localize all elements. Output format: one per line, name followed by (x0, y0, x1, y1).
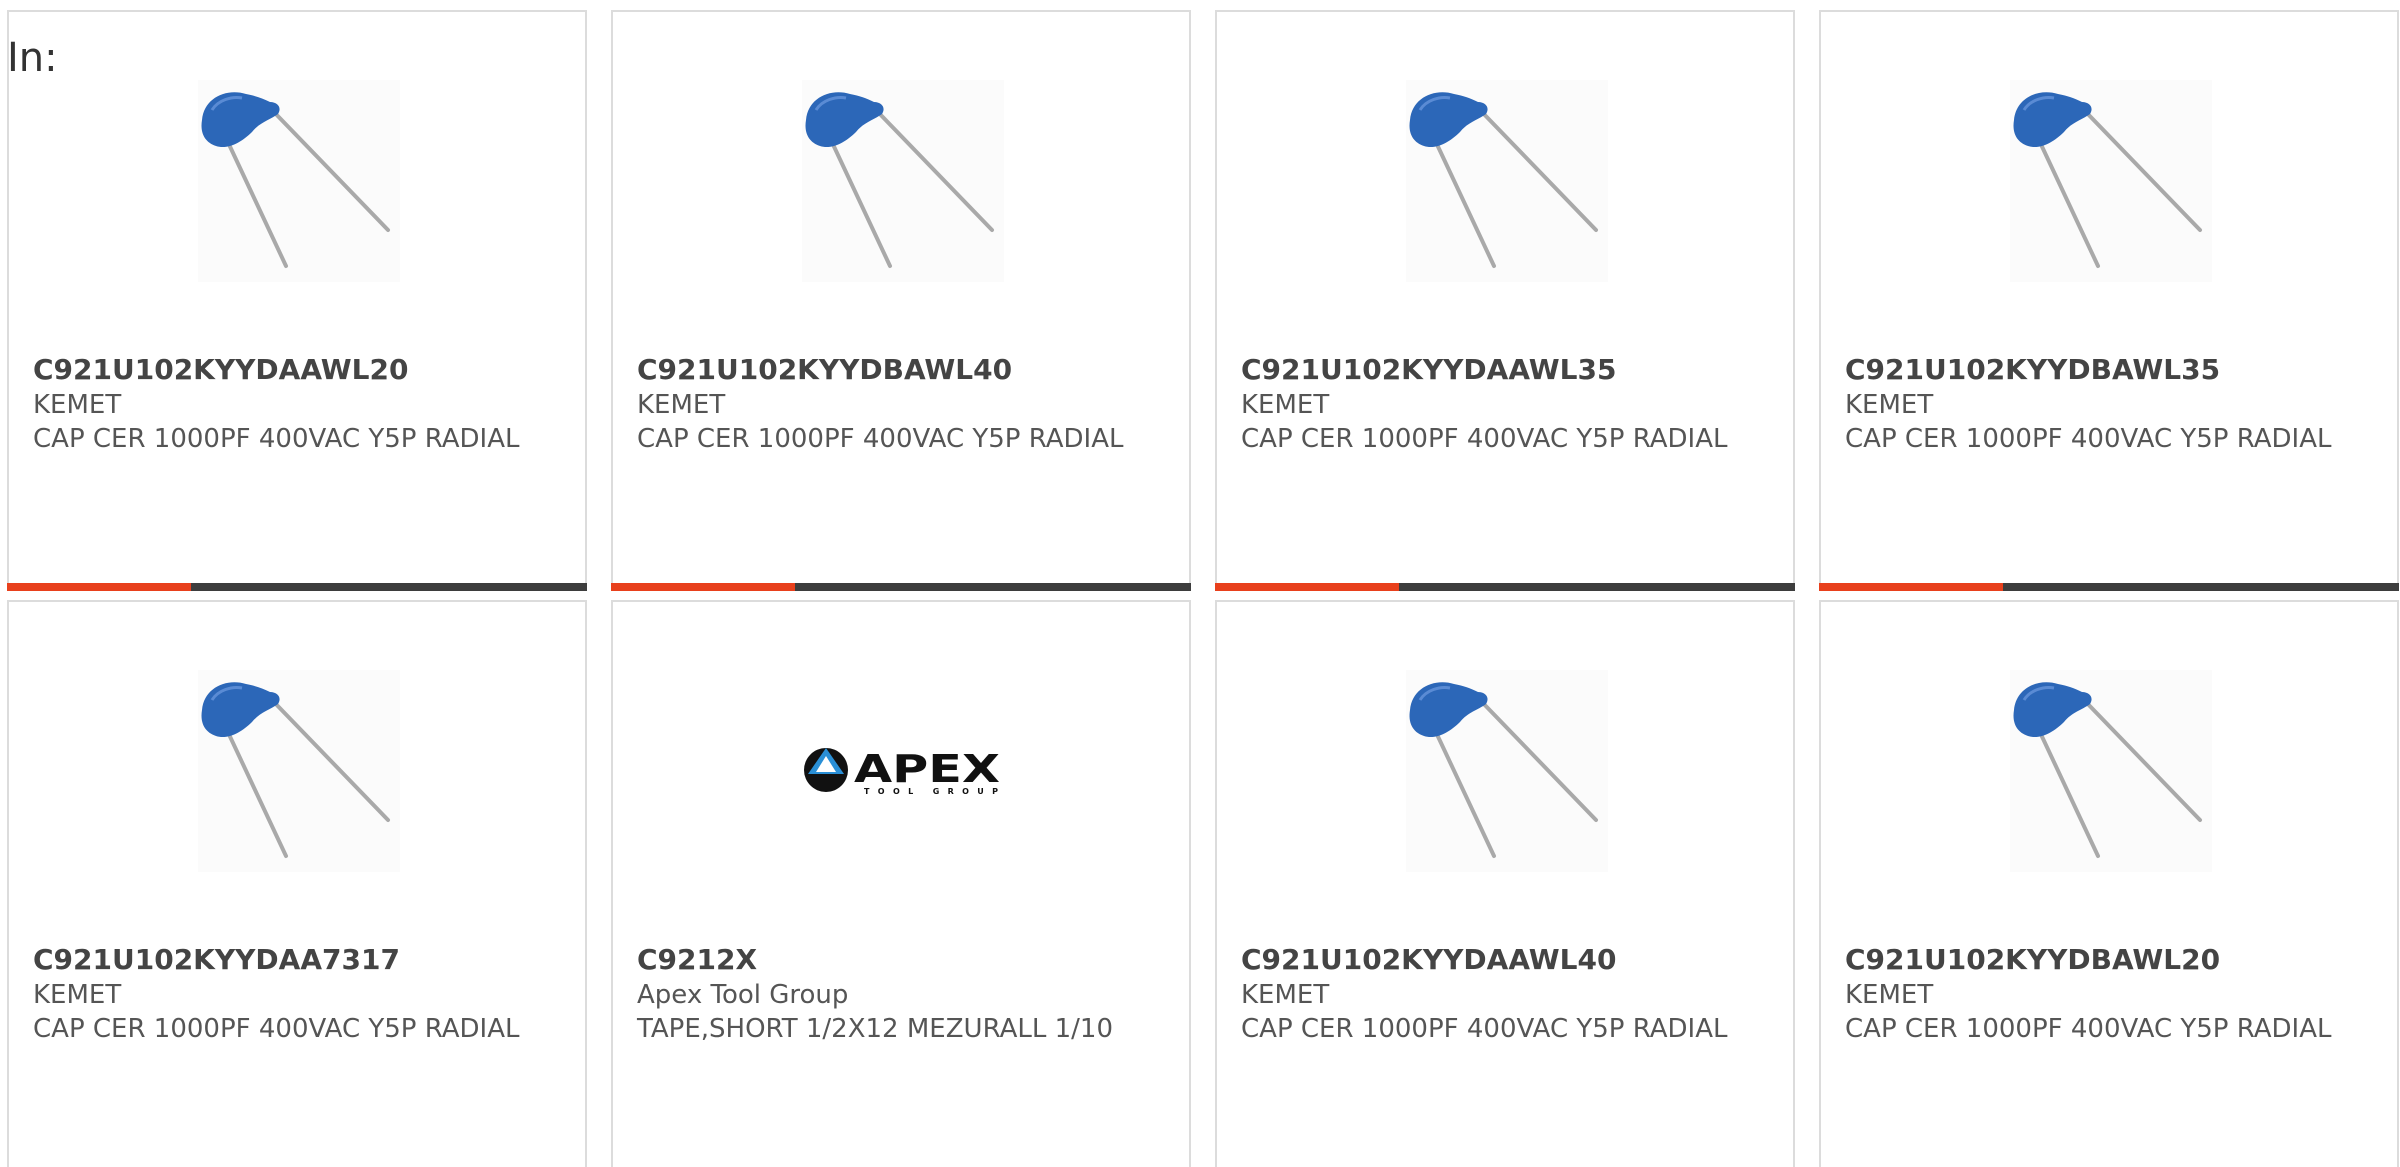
card-bottom-bar (1819, 583, 2399, 591)
manufacturer: KEMET (1241, 980, 1330, 1010)
product-info: C921U102KYYDBAWL35 KEMET CAP CER 1000PF … (1845, 352, 2365, 456)
card-accent-bar (1215, 583, 1399, 591)
card-accent-bar (7, 583, 191, 591)
product-card[interactable]: APEX TOOL GROUP C9212X Apex Tool Group T… (611, 600, 1191, 1167)
product-card[interactable]: C921U102KYYDBAWL20 KEMET CAP CER 1000PF … (1819, 600, 2399, 1167)
product-info: C921U102KYYDAA7317 KEMET CAP CER 1000PF … (33, 942, 553, 1046)
product-card[interactable]: C921U102KYYDAAWL40 KEMET CAP CER 1000PF … (1215, 600, 1795, 1167)
ceramic-capacitor-icon (1409, 92, 1598, 268)
product-card[interactable]: C921U102KYYDBAWL40 KEMET CAP CER 1000PF … (611, 10, 1191, 591)
product-image[interactable] (198, 670, 400, 872)
product-card[interactable]: C921U102KYYDAAWL20 KEMET CAP CER 1000PF … (7, 10, 587, 591)
part-number[interactable]: C921U102KYYDAAWL20 (33, 352, 553, 388)
ceramic-capacitor-icon (805, 92, 994, 268)
card-accent-bar (1819, 583, 2003, 591)
part-number[interactable]: C9212X (637, 942, 1157, 978)
product-grid-page: In: C921U102KYYDAAWL20 KEMET CAP CER 100… (0, 0, 2400, 1167)
ceramic-capacitor-icon (1409, 682, 1598, 858)
product-info: C921U102KYYDAAWL35 KEMET CAP CER 1000PF … (1241, 352, 1761, 456)
product-grid: C921U102KYYDAAWL20 KEMET CAP CER 1000PF … (7, 10, 2399, 1167)
product-info: C9212X Apex Tool Group TAPE,SHORT 1/2X12… (637, 942, 1157, 1046)
part-number[interactable]: C921U102KYYDBAWL40 (637, 352, 1157, 388)
manufacturer: KEMET (637, 390, 726, 420)
description: CAP CER 1000PF 400VAC Y5P RADIAL (637, 424, 1124, 454)
product-info: C921U102KYYDAAWL40 KEMET CAP CER 1000PF … (1241, 942, 1761, 1046)
manufacturer: KEMET (33, 390, 122, 420)
part-number[interactable]: C921U102KYYDAAWL40 (1241, 942, 1761, 978)
product-card[interactable]: C921U102KYYDAAWL35 KEMET CAP CER 1000PF … (1215, 10, 1795, 591)
description: CAP CER 1000PF 400VAC Y5P RADIAL (1241, 424, 1728, 454)
card-accent-bar (611, 583, 795, 591)
product-card[interactable]: C921U102KYYDAA7317 KEMET CAP CER 1000PF … (7, 600, 587, 1167)
ceramic-capacitor-icon (201, 92, 390, 268)
part-number[interactable]: C921U102KYYDAA7317 (33, 942, 553, 978)
part-number[interactable]: C921U102KYYDBAWL35 (1845, 352, 2365, 388)
manufacturer: KEMET (1845, 980, 1934, 1010)
ceramic-capacitor-icon (201, 682, 390, 858)
apex-logo-icon: APEX TOOL GROUP (804, 747, 1000, 796)
description: TAPE,SHORT 1/2X12 MEZURALL 1/10 (637, 1014, 1113, 1044)
description: CAP CER 1000PF 400VAC Y5P RADIAL (33, 424, 520, 454)
manufacturer: KEMET (33, 980, 122, 1010)
part-number[interactable]: C921U102KYYDBAWL20 (1845, 942, 2365, 978)
card-bottom-bar (1215, 583, 1795, 591)
product-image[interactable] (1406, 80, 1608, 282)
product-info: C921U102KYYDBAWL40 KEMET CAP CER 1000PF … (637, 352, 1157, 456)
manufacturer: KEMET (1241, 390, 1330, 420)
filter-label: In: (7, 35, 58, 81)
product-image[interactable] (2010, 80, 2212, 282)
product-image[interactable] (2010, 670, 2212, 872)
description: CAP CER 1000PF 400VAC Y5P RADIAL (1845, 1014, 2332, 1044)
manufacturer: KEMET (1845, 390, 1934, 420)
description: CAP CER 1000PF 400VAC Y5P RADIAL (33, 1014, 520, 1044)
description: CAP CER 1000PF 400VAC Y5P RADIAL (1241, 1014, 1728, 1044)
ceramic-capacitor-icon (2013, 92, 2202, 268)
product-info: C921U102KYYDBAWL20 KEMET CAP CER 1000PF … (1845, 942, 2365, 1046)
apex-logo-text: APEX (854, 747, 1000, 791)
part-number[interactable]: C921U102KYYDAAWL35 (1241, 352, 1761, 388)
product-image[interactable] (198, 80, 400, 282)
product-card[interactable]: C921U102KYYDBAWL35 KEMET CAP CER 1000PF … (1819, 10, 2399, 591)
card-bottom-bar (7, 583, 587, 591)
product-info: C921U102KYYDAAWL20 KEMET CAP CER 1000PF … (33, 352, 553, 456)
product-image[interactable] (1406, 670, 1608, 872)
description: CAP CER 1000PF 400VAC Y5P RADIAL (1845, 424, 2332, 454)
product-image[interactable]: APEX TOOL GROUP (802, 670, 1004, 872)
ceramic-capacitor-icon (2013, 682, 2202, 858)
manufacturer: Apex Tool Group (637, 980, 849, 1010)
card-bottom-bar (611, 583, 1191, 591)
product-image[interactable] (802, 80, 1004, 282)
